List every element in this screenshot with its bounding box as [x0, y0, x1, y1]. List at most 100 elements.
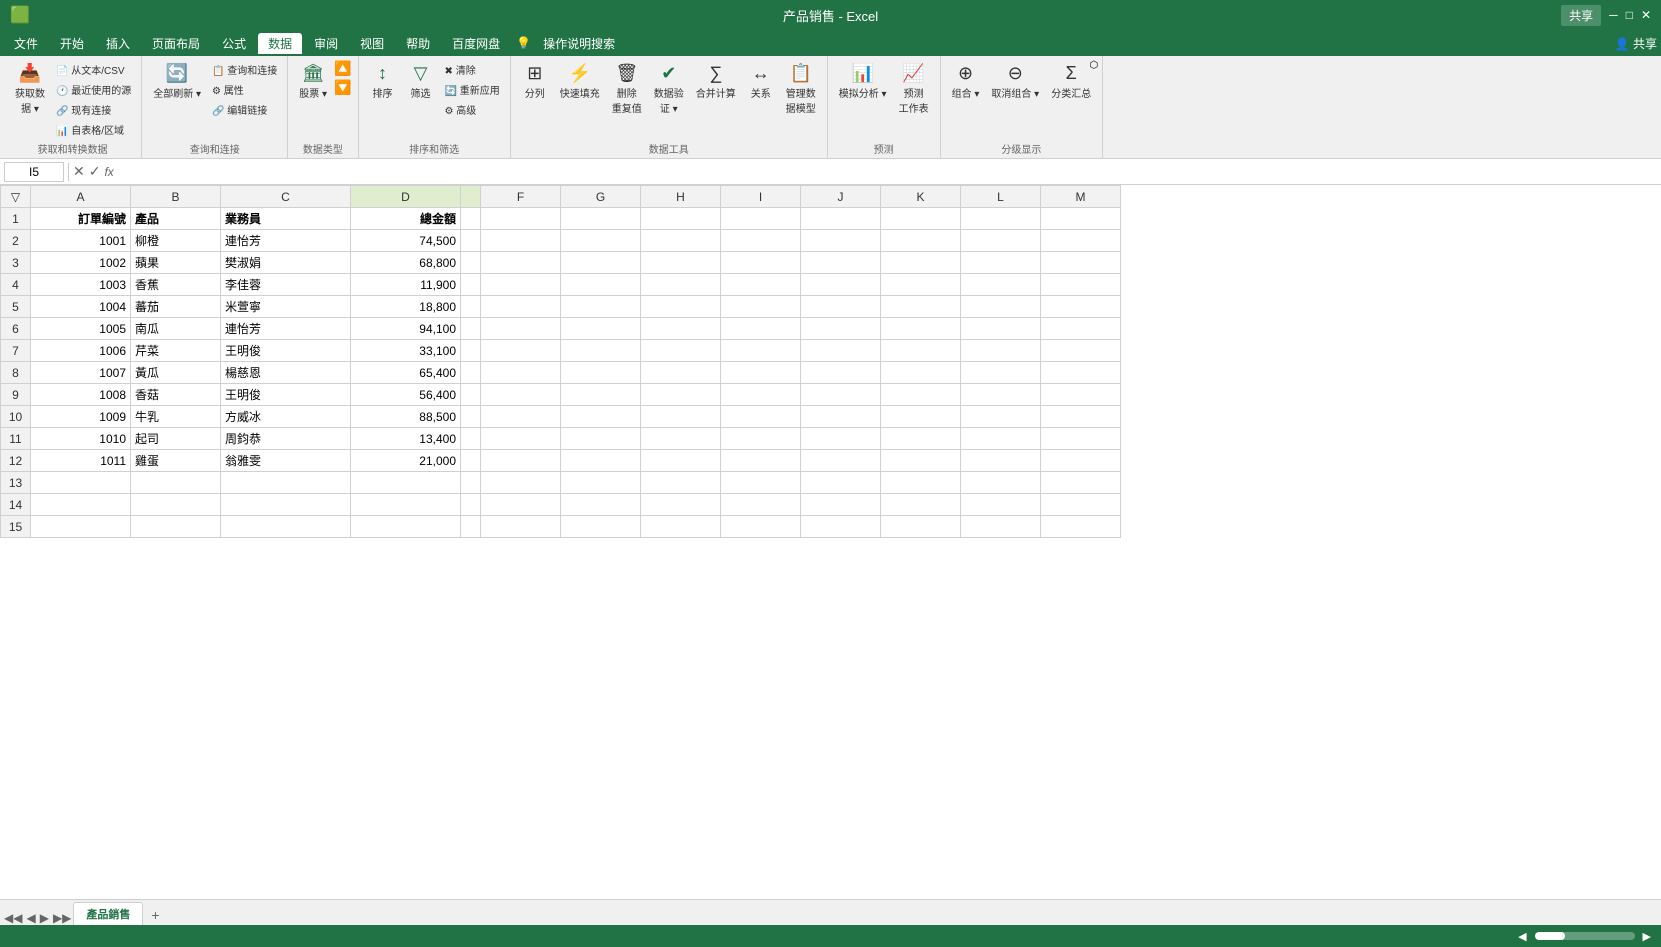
cell-M8[interactable] — [1041, 362, 1121, 384]
cell-H4[interactable] — [641, 274, 721, 296]
col-header-J[interactable]: J — [801, 186, 881, 208]
cell-J4[interactable] — [801, 274, 881, 296]
get-data-button[interactable]: 📥 获取数据 ▾ — [10, 60, 50, 118]
cell-K3[interactable] — [881, 252, 961, 274]
cell-H7[interactable] — [641, 340, 721, 362]
cell-H15[interactable] — [641, 516, 721, 538]
cell-M13[interactable] — [1041, 472, 1121, 494]
cell-D6[interactable]: 94,100 — [351, 318, 461, 340]
menu-help[interactable]: 帮助 — [396, 33, 440, 54]
existing-connections-button[interactable]: 🔗 现有连接 — [52, 100, 135, 119]
cell-A5[interactable]: 1004 — [31, 296, 131, 318]
cell-F13[interactable] — [481, 472, 561, 494]
from-table-button[interactable]: 📊 自表格/区域 — [52, 120, 135, 139]
remove-duplicates-button[interactable]: 🗑 删除重复值 — [607, 60, 647, 118]
cell-G6[interactable] — [561, 318, 641, 340]
advanced-button[interactable]: ⚙ 高级 — [441, 100, 504, 119]
cell-G5[interactable] — [561, 296, 641, 318]
cell-I10[interactable] — [721, 406, 801, 428]
cell-M15[interactable] — [1041, 516, 1121, 538]
col-header-L[interactable]: L — [961, 186, 1041, 208]
cell-E5[interactable] — [461, 296, 481, 318]
cell-H14[interactable] — [641, 494, 721, 516]
menu-insert[interactable]: 插入 — [96, 33, 140, 54]
cell-G11[interactable] — [561, 428, 641, 450]
cell-G2[interactable] — [561, 230, 641, 252]
query-connections-button[interactable]: 📋 查询和连接 — [208, 60, 281, 79]
cell-I5[interactable] — [721, 296, 801, 318]
cell-J11[interactable] — [801, 428, 881, 450]
cell-F5[interactable] — [481, 296, 561, 318]
cell-K6[interactable] — [881, 318, 961, 340]
cell-A12[interactable]: 1011 — [31, 450, 131, 472]
menu-view[interactable]: 视图 — [350, 33, 394, 54]
clear-button[interactable]: ✖ 清除 — [441, 60, 504, 79]
cell-J7[interactable] — [801, 340, 881, 362]
group-button[interactable]: ⊕ 组合 ▾ — [947, 60, 985, 103]
user-share-icon[interactable]: 👤 共享 — [1615, 35, 1657, 52]
menu-search[interactable]: 操作说明搜索 — [533, 33, 625, 54]
cell-A2[interactable]: 1001 — [31, 230, 131, 252]
cell-B14[interactable] — [131, 494, 221, 516]
scroll-left-icon[interactable]: ◀ — [1518, 930, 1526, 943]
cell-E7[interactable] — [461, 340, 481, 362]
confirm-formula-icon[interactable]: ✓ — [89, 163, 101, 180]
cell-B3[interactable]: 蘋果 — [131, 252, 221, 274]
sort-za-icon[interactable]: 🔽 — [334, 79, 351, 96]
forecast-sheet-button[interactable]: 📈 预测工作表 — [894, 60, 934, 118]
cell-C5[interactable]: 米萱寧 — [221, 296, 351, 318]
cell-D12[interactable]: 21,000 — [351, 450, 461, 472]
cell-F8[interactable] — [481, 362, 561, 384]
cell-E14[interactable] — [461, 494, 481, 516]
cell-J5[interactable] — [801, 296, 881, 318]
col-header-I[interactable]: I — [721, 186, 801, 208]
cell-G10[interactable] — [561, 406, 641, 428]
menu-page-layout[interactable]: 页面布局 — [142, 33, 210, 54]
cell-F6[interactable] — [481, 318, 561, 340]
cell-F11[interactable] — [481, 428, 561, 450]
cell-A14[interactable] — [31, 494, 131, 516]
cell-L14[interactable] — [961, 494, 1041, 516]
formula-input[interactable] — [118, 165, 1657, 179]
cell-I8[interactable] — [721, 362, 801, 384]
cell-G3[interactable] — [561, 252, 641, 274]
cell-E8[interactable] — [461, 362, 481, 384]
cell-I3[interactable] — [721, 252, 801, 274]
from-text-csv-button[interactable]: 📄 从文本/CSV — [52, 60, 135, 79]
split-column-button[interactable]: ⊞ 分列 — [517, 60, 553, 103]
cell-K7[interactable] — [881, 340, 961, 362]
cell-I9[interactable] — [721, 384, 801, 406]
close-icon[interactable]: ✕ — [1641, 8, 1651, 22]
cell-K14[interactable] — [881, 494, 961, 516]
cell-A11[interactable]: 1010 — [31, 428, 131, 450]
cell-C6[interactable]: 連怡芳 — [221, 318, 351, 340]
cell-L1[interactable] — [961, 208, 1041, 230]
cell-H9[interactable] — [641, 384, 721, 406]
cell-K1[interactable] — [881, 208, 961, 230]
cell-I2[interactable] — [721, 230, 801, 252]
cell-B5[interactable]: 蕃茄 — [131, 296, 221, 318]
cell-M12[interactable] — [1041, 450, 1121, 472]
cell-I12[interactable] — [721, 450, 801, 472]
cell-reference-box[interactable] — [4, 162, 64, 182]
insert-function-icon[interactable]: fx — [104, 165, 113, 179]
cell-J8[interactable] — [801, 362, 881, 384]
filter-button[interactable]: ▽ 筛选 — [403, 60, 439, 103]
col-header-E[interactable] — [461, 186, 481, 208]
cell-M5[interactable] — [1041, 296, 1121, 318]
cell-J10[interactable] — [801, 406, 881, 428]
ungroup-button[interactable]: ⊖ 取消组合 ▾ — [986, 60, 1044, 103]
cell-M14[interactable] — [1041, 494, 1121, 516]
cell-J2[interactable] — [801, 230, 881, 252]
cell-H8[interactable] — [641, 362, 721, 384]
cell-I13[interactable] — [721, 472, 801, 494]
cell-L5[interactable] — [961, 296, 1041, 318]
menu-start[interactable]: 开始 — [50, 33, 94, 54]
cell-E13[interactable] — [461, 472, 481, 494]
cell-B2[interactable]: 柳橙 — [131, 230, 221, 252]
cell-M6[interactable] — [1041, 318, 1121, 340]
add-sheet-button[interactable]: + — [145, 905, 165, 925]
cell-C13[interactable] — [221, 472, 351, 494]
cell-I11[interactable] — [721, 428, 801, 450]
menu-data[interactable]: 数据 — [258, 33, 302, 54]
